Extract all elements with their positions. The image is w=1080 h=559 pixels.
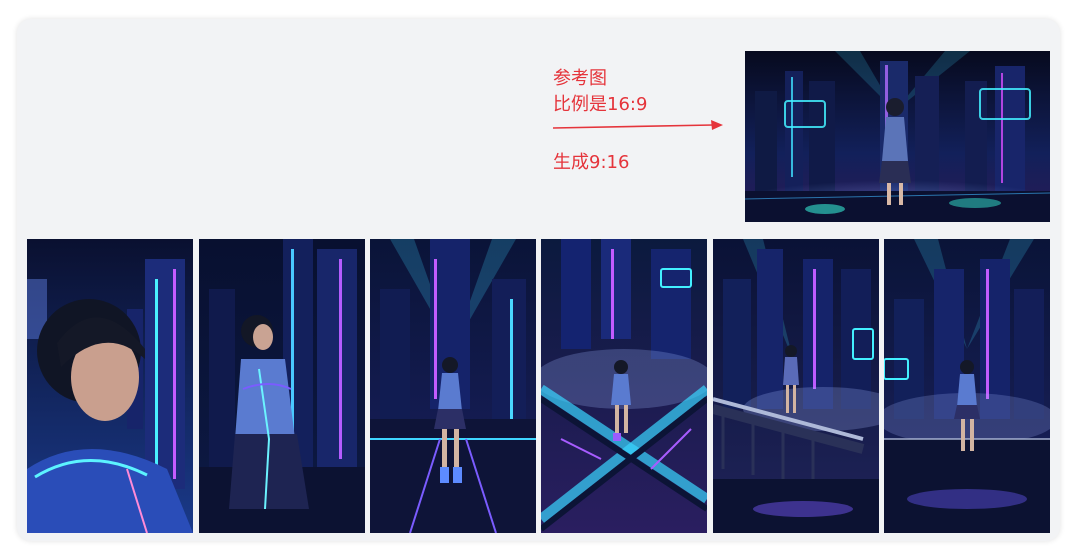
annotation-ratio-label: 比例是16:9 bbox=[553, 94, 648, 115]
reference-image[interactable] bbox=[745, 51, 1050, 222]
generated-image-6[interactable] bbox=[884, 239, 1050, 533]
generated-image-5[interactable] bbox=[713, 239, 879, 533]
annotation-generate-label: 生成9:16 bbox=[553, 152, 630, 173]
generated-image-3[interactable] bbox=[370, 239, 536, 533]
generated-image-4[interactable] bbox=[541, 239, 707, 533]
generated-image-2[interactable] bbox=[199, 239, 365, 533]
arrow-right-icon bbox=[553, 120, 723, 130]
annotation-reference-label: 参考图 bbox=[553, 68, 607, 89]
generated-image-1[interactable] bbox=[27, 239, 193, 533]
